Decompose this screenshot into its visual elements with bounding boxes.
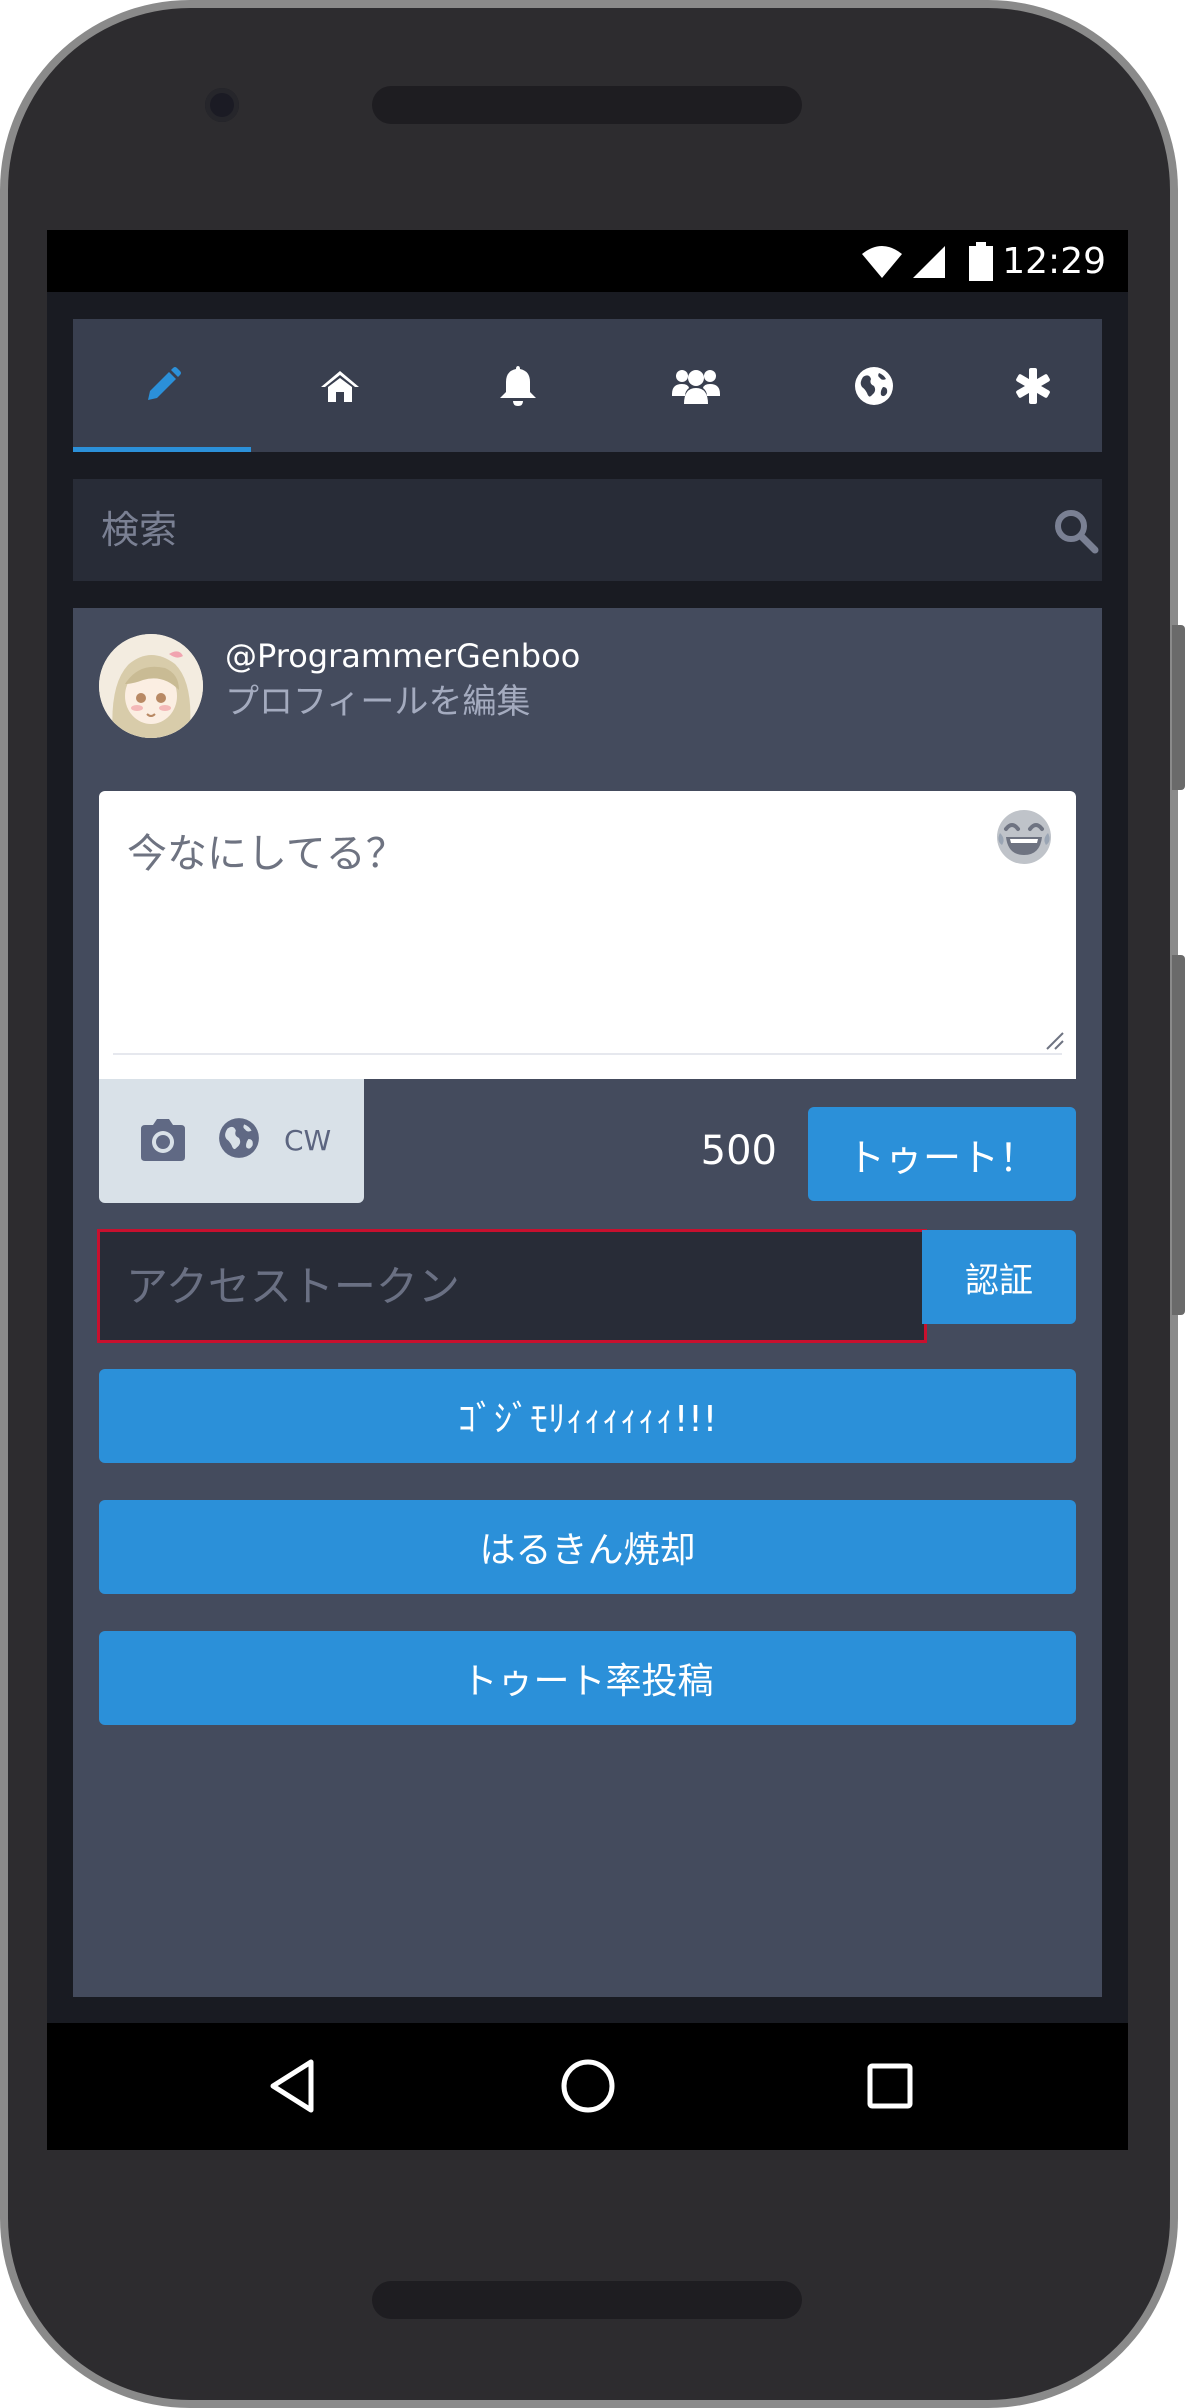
privacy-globe-icon[interactable] — [217, 1116, 261, 1160]
tab-notifications[interactable] — [429, 319, 607, 452]
edit-profile-link[interactable]: プロフィールを編集 — [225, 680, 530, 724]
asterisk-icon — [1015, 367, 1050, 404]
recents-icon — [867, 2063, 913, 2109]
compose-options: CW — [99, 1079, 364, 1203]
camera-icon[interactable] — [137, 1117, 189, 1163]
toot-rate-post-button[interactable]: トゥート率投稿 — [99, 1631, 1076, 1725]
pencil-icon — [148, 366, 181, 400]
content-warning-button[interactable]: CW — [284, 1123, 331, 1159]
compose-box — [99, 791, 1076, 1079]
gojimori-button[interactable]: ｺﾞｼﾞﾓﾘｨｨｨｨｨｨ!!! — [99, 1369, 1076, 1463]
status-textarea[interactable] — [99, 791, 1076, 1053]
resize-handle[interactable] — [1043, 1029, 1065, 1051]
signal-icon — [913, 246, 945, 278]
compose-panel: @ProgrammerGenboo プロフィールを編集 今なにしてる？ CW 5… — [73, 608, 1102, 1997]
tab-compose[interactable] — [73, 319, 251, 452]
bottom-speaker — [372, 2281, 802, 2319]
search-input[interactable] — [73, 479, 1003, 581]
auth-button[interactable]: 認証 — [922, 1230, 1076, 1324]
screen: 12:29 検索 @ProgrammerGenboo プロフィールを編集 今なに… — [47, 230, 1128, 2150]
volume-button — [1172, 955, 1185, 1315]
bell-icon — [500, 365, 536, 406]
battery-icon — [969, 242, 993, 281]
users-icon — [672, 369, 720, 404]
textarea-divider — [113, 1053, 1062, 1055]
tab-federated-timeline[interactable] — [785, 319, 963, 452]
search-box — [73, 479, 1102, 581]
power-button — [1172, 625, 1185, 790]
globe-icon — [855, 366, 893, 405]
home-icon — [321, 370, 359, 402]
earpiece-speaker — [372, 86, 802, 124]
tab-home[interactable] — [251, 319, 429, 452]
status-bar: 12:29 — [47, 230, 1128, 292]
home-circle-icon — [561, 2059, 615, 2113]
avatar-image — [99, 634, 203, 738]
access-token-input[interactable] — [100, 1232, 924, 1340]
home-nav-button[interactable] — [555, 2053, 621, 2119]
search-icon[interactable] — [1053, 508, 1099, 554]
wifi-icon — [862, 246, 902, 278]
access-token-field — [97, 1229, 927, 1343]
username: @ProgrammerGenboo — [225, 637, 581, 675]
harukin-burn-button[interactable]: はるきん焼却 — [99, 1500, 1076, 1594]
recents-button[interactable] — [857, 2053, 923, 2119]
back-button[interactable] — [259, 2053, 325, 2119]
front-camera — [205, 88, 239, 122]
character-counter: 500 — [700, 1128, 777, 1174]
avatar[interactable] — [99, 634, 203, 738]
status-time: 12:29 — [1002, 241, 1106, 282]
tab-local-timeline[interactable] — [607, 319, 785, 452]
toot-button[interactable]: トゥート！ — [808, 1107, 1076, 1201]
navigation-bar — [47, 2023, 1128, 2150]
tab-settings[interactable] — [963, 319, 1102, 452]
back-icon — [270, 2059, 314, 2113]
tab-bar — [73, 319, 1102, 452]
emoji-picker-icon[interactable] — [994, 807, 1054, 867]
tab-active-indicator — [73, 447, 251, 452]
